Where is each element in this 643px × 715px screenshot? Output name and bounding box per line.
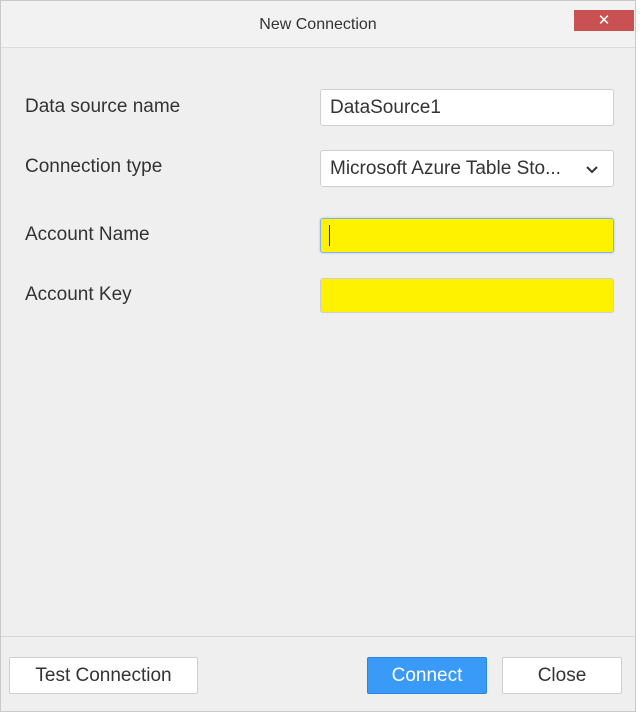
new-connection-dialog: New Connection ✕ Data source name DataSo… bbox=[0, 0, 636, 712]
footer-divider bbox=[1, 636, 635, 637]
datasource-name-label: Data source name bbox=[25, 96, 181, 117]
chevron-down-icon bbox=[586, 166, 598, 174]
connect-button[interactable]: Connect bbox=[367, 657, 487, 694]
test-connection-button[interactable]: Test Connection bbox=[9, 657, 198, 694]
account-key-input[interactable] bbox=[320, 278, 614, 313]
close-icon[interactable]: ✕ bbox=[574, 10, 634, 31]
connection-type-select[interactable]: Microsoft Azure Table Sto... bbox=[320, 150, 614, 187]
datasource-name-input[interactable]: DataSource1 bbox=[320, 89, 614, 126]
dialog-title: New Connection bbox=[259, 16, 377, 33]
account-name-label: Account Name bbox=[25, 224, 150, 245]
account-name-input[interactable] bbox=[320, 218, 614, 253]
close-button[interactable]: Close bbox=[502, 657, 622, 694]
text-caret bbox=[329, 225, 330, 246]
connection-type-label: Connection type bbox=[25, 156, 163, 177]
connection-type-value: Microsoft Azure Table Sto... bbox=[330, 158, 561, 179]
title-bar: New Connection ✕ bbox=[1, 1, 635, 48]
account-key-label: Account Key bbox=[25, 284, 132, 305]
